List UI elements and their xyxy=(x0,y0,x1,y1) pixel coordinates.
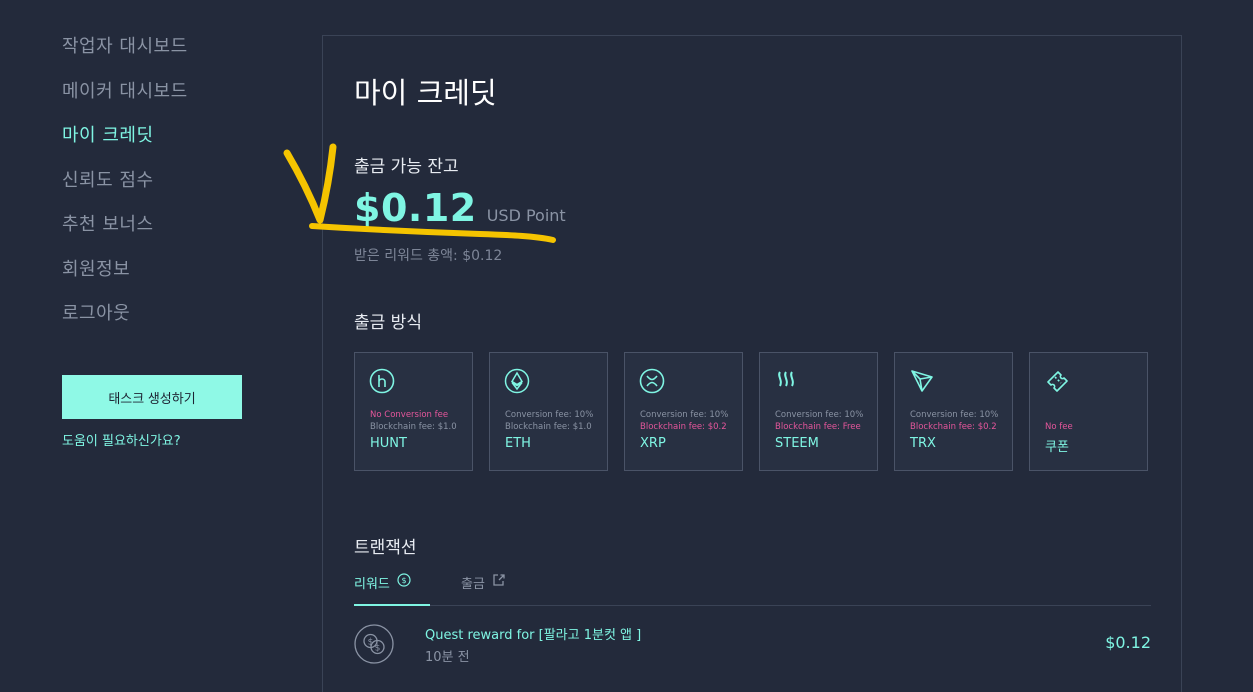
method-name: TRX xyxy=(910,436,936,451)
fee-conversion: Conversion fee: 10% xyxy=(910,410,999,420)
fee-conversion: No Conversion fee xyxy=(370,410,449,420)
steem-icon xyxy=(778,371,794,387)
fee-conversion: Conversion fee: 10% xyxy=(640,410,729,420)
method-name: STEEM xyxy=(775,436,819,451)
method-name: XRP xyxy=(640,436,666,451)
sidebar-item-logout[interactable]: 로그아웃 xyxy=(62,301,262,346)
hunt-icon xyxy=(369,368,395,394)
method-card-trx[interactable]: Conversion fee: 10% Blockchain fee: $0.2… xyxy=(894,352,1013,471)
balance-row: $0.12 USD Point xyxy=(354,186,566,230)
page-title: 마이 크레딧 xyxy=(354,76,497,110)
method-name: ETH xyxy=(505,436,531,451)
method-card-hunt[interactable]: No Conversion fee Blockchain fee: $1.0 H… xyxy=(354,352,473,471)
balance-amount: $0.12 xyxy=(354,186,477,230)
sidebar-item-worker-dashboard[interactable]: 작업자 대시보드 xyxy=(62,34,262,79)
svg-text:$: $ xyxy=(368,638,374,648)
method-card-xrp[interactable]: Conversion fee: 10% Blockchain fee: $0.2… xyxy=(624,352,743,471)
svg-text:$: $ xyxy=(401,576,406,585)
tab-rewards-label: 리워드 xyxy=(354,577,390,592)
fee-blockchain: Blockchain fee: $1.0 xyxy=(505,422,592,432)
tab-withdrawals[interactable]: 출금 xyxy=(461,571,506,606)
fee-none: No fee xyxy=(1045,422,1073,432)
withdraw-methods-title: 출금 방식 xyxy=(354,313,422,333)
withdraw-methods: No Conversion fee Blockchain fee: $1.0 H… xyxy=(354,352,1148,471)
sidebar-item-maker-dashboard[interactable]: 메이커 대시보드 xyxy=(62,79,262,124)
transaction-row[interactable]: $ $ Quest reward for [팔라고 1분컷 앱 ] 10분 전 … xyxy=(354,622,1151,666)
trx-icon xyxy=(911,370,933,392)
svg-text:$: $ xyxy=(375,644,381,654)
transaction-amount: $0.12 xyxy=(1105,633,1151,652)
total-rewards: 받은 리워드 총액: $0.12 xyxy=(354,248,503,264)
tab-rewards[interactable]: 리워드 $ xyxy=(354,571,430,606)
sidebar-item-trust-score[interactable]: 신뢰도 점수 xyxy=(62,168,262,213)
transaction-name: Quest reward for [팔라고 1분컷 앱 ] xyxy=(425,628,642,643)
fee-blockchain: Blockchain fee: Free xyxy=(775,422,861,432)
sidebar-item-account-info[interactable]: 회원정보 xyxy=(62,257,262,302)
method-card-eth[interactable]: Conversion fee: 10% Blockchain fee: $1.0… xyxy=(489,352,608,471)
create-task-button[interactable]: 태스크 생성하기 xyxy=(62,375,242,419)
tab-withdrawals-label: 출금 xyxy=(461,577,485,592)
method-name: HUNT xyxy=(370,436,407,451)
method-card-steem[interactable]: Conversion fee: 10% Blockchain fee: Free… xyxy=(759,352,878,471)
eth-icon xyxy=(504,368,530,394)
coupon-icon xyxy=(1047,371,1068,392)
balance-label: 출금 가능 잔고 xyxy=(354,157,459,177)
xrp-icon xyxy=(639,368,665,394)
help-link[interactable]: 도움이 필요하신가요? xyxy=(62,430,181,449)
fee-conversion: Conversion fee: 10% xyxy=(505,410,594,420)
method-name: 쿠폰 xyxy=(1045,440,1069,455)
fee-blockchain: Blockchain fee: $0.2 xyxy=(640,422,727,432)
credit-panel: 마이 크레딧 출금 가능 잔고 $0.12 USD Point 받은 리워드 총… xyxy=(322,35,1182,692)
sidebar-item-my-credit[interactable]: 마이 크레딧 xyxy=(62,123,262,168)
fee-blockchain: Blockchain fee: $0.2 xyxy=(910,422,997,432)
fee-blockchain: Blockchain fee: $1.0 xyxy=(370,422,457,432)
transactions-title: 트랜잭션 xyxy=(354,538,417,558)
dollar-circle-icon: $ xyxy=(397,573,411,587)
balance-unit: USD Point xyxy=(486,206,566,225)
fee-conversion: Conversion fee: 10% xyxy=(775,410,864,420)
sidebar-item-referral-bonus[interactable]: 추천 보너스 xyxy=(62,212,262,257)
export-icon xyxy=(493,574,505,586)
transaction-tabs: 리워드 $ 출금 xyxy=(354,571,1151,606)
transaction-time: 10분 전 xyxy=(425,650,470,665)
method-card-coupon[interactable]: No fee 쿠폰 xyxy=(1029,352,1148,471)
sidebar: 작업자 대시보드 메이커 대시보드 마이 크레딧 신뢰도 점수 추천 보너스 회… xyxy=(62,34,262,449)
coins-icon: $ $ xyxy=(354,624,394,664)
